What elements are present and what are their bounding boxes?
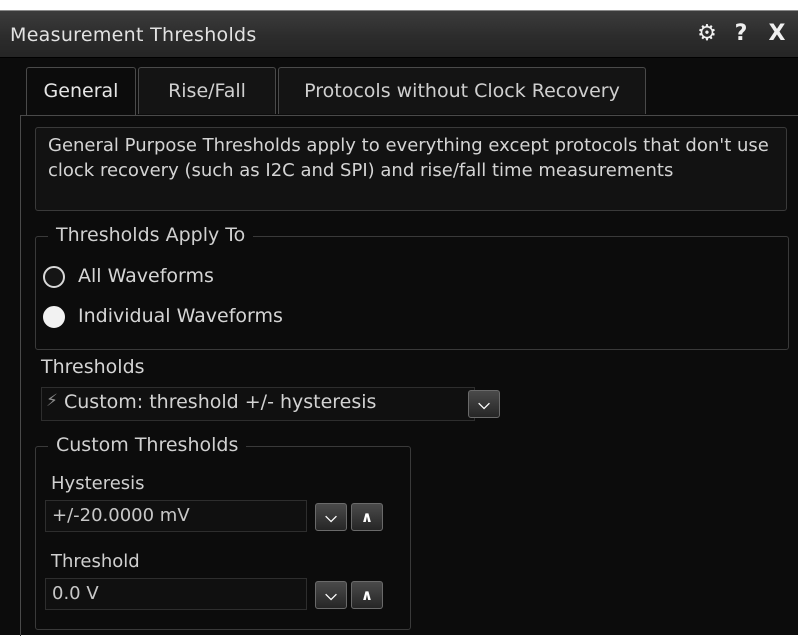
description-text: General Purpose Thresholds apply to ever… <box>35 127 787 211</box>
hysteresis-label: Hysteresis <box>51 473 145 494</box>
hysteresis-field[interactable]: +/-20.0000 mV <box>45 500 307 532</box>
threshold-label: Threshold <box>51 551 140 572</box>
thresholds-dropdown-button[interactable]: ⌵ <box>468 390 500 418</box>
threshold-decrement-button[interactable]: ⌵ <box>315 581 347 609</box>
radio-all-waveforms-label: All Waveforms <box>78 265 214 287</box>
tab-protocols-without-clock-recovery[interactable]: Protocols without Clock Recovery <box>278 67 646 114</box>
hysteresis-decrement-button[interactable]: ⌵ <box>315 503 347 531</box>
measurement-thresholds-dialog: Measurement Thresholds ⚙ ? X General Ris… <box>0 10 798 636</box>
tab-general[interactable]: General <box>26 67 136 116</box>
chevron-down-icon: ⌵ <box>325 586 337 604</box>
hysteresis-increment-button[interactable]: ∧ <box>351 503 383 531</box>
radio-individual-waveforms[interactable]: Individual Waveforms <box>43 301 343 331</box>
chevron-down-icon: ⌵ <box>478 395 490 413</box>
radio-selected-icon <box>43 306 65 328</box>
radio-all-waveforms[interactable]: All Waveforms <box>43 261 263 291</box>
custom-thresholds-legend: Custom Thresholds <box>48 434 247 456</box>
lightning-icon: ⚡ <box>46 391 58 411</box>
thresholds-dropdown-value: Custom: threshold +/- hysteresis <box>64 391 377 413</box>
gear-icon[interactable]: ⚙ <box>692 20 722 48</box>
radio-individual-waveforms-label: Individual Waveforms <box>78 305 283 327</box>
tab-rise-fall[interactable]: Rise/Fall <box>138 67 276 114</box>
thresholds-apply-to-group: Thresholds Apply To <box>35 224 789 350</box>
dialog-title: Measurement Thresholds <box>10 24 257 46</box>
threshold-field[interactable]: 0.0 V <box>45 578 307 610</box>
thresholds-apply-to-legend: Thresholds Apply To <box>48 224 254 246</box>
thresholds-dropdown[interactable]: ⚡ Custom: threshold +/- hysteresis <box>41 387 475 421</box>
chevron-down-icon: ⌵ <box>325 508 337 526</box>
thresholds-label: Thresholds <box>41 356 145 378</box>
close-button[interactable]: X <box>762 20 792 48</box>
title-bar[interactable]: Measurement Thresholds ⚙ ? X <box>0 11 798 58</box>
chevron-up-icon: ∧ <box>360 508 374 526</box>
chevron-up-icon: ∧ <box>360 586 374 604</box>
radio-unselected-icon <box>43 266 65 288</box>
threshold-increment-button[interactable]: ∧ <box>351 581 383 609</box>
general-tab-panel: General Purpose Thresholds apply to ever… <box>20 115 798 636</box>
help-button[interactable]: ? <box>728 20 754 48</box>
